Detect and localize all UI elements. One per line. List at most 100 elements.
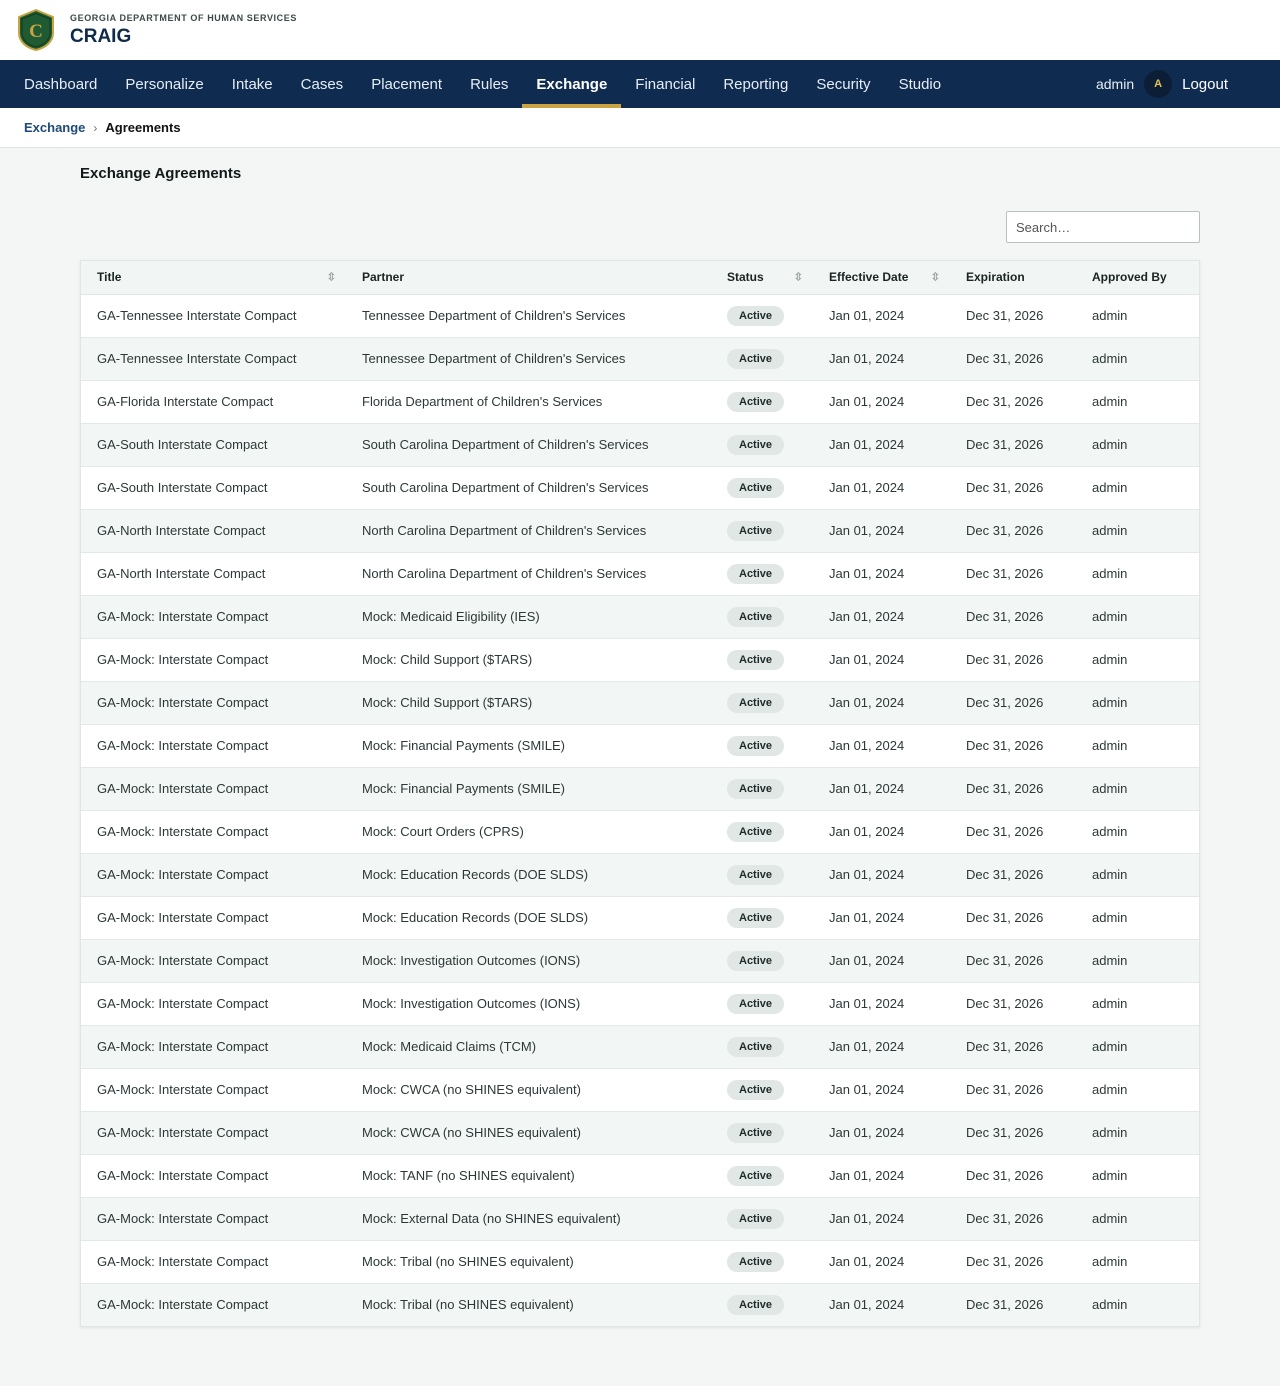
table-row[interactable]: GA-Mock: Interstate Compact Mock: Educati…: [81, 896, 1199, 940]
cell-title: GA-Mock: Interstate Compact: [81, 638, 346, 682]
cell-approved-by: admin: [1076, 1283, 1199, 1326]
user-menu: admin A Logout: [1096, 60, 1228, 108]
table-row[interactable]: GA-Mock: Interstate Compact Mock: Tribal …: [81, 1240, 1199, 1284]
table-row[interactable]: GA-Mock: Interstate Compact Mock: Financi…: [81, 767, 1199, 811]
nav-dashboard[interactable]: Dashboard: [10, 60, 111, 108]
cell-effective-date: Jan 01, 2024: [813, 380, 950, 424]
cell-expiration: Dec 31, 2026: [950, 380, 1076, 424]
cell-partner: Mock: External Data (no SHINES equivalen…: [346, 1197, 711, 1241]
table-row[interactable]: GA-Tennessee Interstate Compact Tennessee…: [81, 337, 1199, 381]
cell-expiration: Dec 31, 2026: [950, 552, 1076, 596]
table-row[interactable]: GA-Mock: Interstate Compact Mock: Medicai…: [81, 1025, 1199, 1069]
column-header-status-label: Status: [727, 270, 764, 285]
cell-status: Active: [711, 810, 813, 854]
main-content: Exchange Agreements Title ⇳ Partner Statu…: [0, 165, 1280, 1327]
status-badge: Active: [727, 1036, 785, 1057]
cell-effective-date: Jan 01, 2024: [813, 767, 950, 811]
cell-partner: Mock: Financial Payments (SMILE): [346, 724, 711, 768]
table-row[interactable]: GA-Mock: Interstate Compact Mock: CWCA (n…: [81, 1068, 1199, 1112]
breadcrumb-current: Agreements: [105, 120, 181, 135]
cell-status: Active: [711, 939, 813, 983]
status-badge: Active: [727, 1208, 785, 1229]
table-row[interactable]: GA-Mock: Interstate Compact Mock: TANF (n…: [81, 1154, 1199, 1198]
cell-status: Active: [711, 466, 813, 510]
cell-expiration: Dec 31, 2026: [950, 595, 1076, 639]
column-header-expiration: Expiration: [950, 261, 1076, 295]
status-badge: Active: [727, 520, 785, 541]
cell-approved-by: admin: [1076, 810, 1199, 854]
cell-title: GA-Mock: Interstate Compact: [81, 681, 346, 725]
cell-approved-by: admin: [1076, 595, 1199, 639]
cell-status: Active: [711, 982, 813, 1026]
nav-cases[interactable]: Cases: [287, 60, 358, 108]
cell-approved-by: admin: [1076, 724, 1199, 768]
logout-link[interactable]: Logout: [1182, 76, 1228, 93]
nav-studio[interactable]: Studio: [885, 60, 956, 108]
cell-approved-by: admin: [1076, 638, 1199, 682]
cell-effective-date: Jan 01, 2024: [813, 1240, 950, 1284]
table-row[interactable]: GA-Florida Interstate Compact Florida Dep…: [81, 380, 1199, 424]
nav-intake[interactable]: Intake: [218, 60, 287, 108]
column-header-effective-date[interactable]: Effective Date ⇳: [813, 261, 950, 295]
sort-arrows-icon[interactable]: ⇳: [327, 271, 336, 284]
status-badge: Active: [727, 907, 785, 928]
nav-rules[interactable]: Rules: [456, 60, 522, 108]
table-row[interactable]: GA-South Interstate Compact South Carolin…: [81, 466, 1199, 510]
nav-security[interactable]: Security: [802, 60, 884, 108]
table-row[interactable]: GA-Mock: Interstate Compact Mock: Child S…: [81, 638, 1199, 682]
table-row[interactable]: GA-North Interstate Compact North Carolin…: [81, 552, 1199, 596]
table-row[interactable]: GA-Mock: Interstate Compact Mock: Investi…: [81, 939, 1199, 983]
nav-personalize[interactable]: Personalize: [111, 60, 217, 108]
breadcrumb-exchange-link[interactable]: Exchange: [24, 120, 85, 135]
search-input[interactable]: [1006, 211, 1200, 243]
sort-arrows-icon[interactable]: ⇳: [794, 271, 803, 284]
cell-partner: South Carolina Department of Children's …: [346, 466, 711, 510]
sort-arrows-icon[interactable]: ⇳: [931, 271, 940, 284]
column-header-status[interactable]: Status ⇳: [711, 261, 813, 295]
main-nav: Dashboard Personalize Intake Cases Place…: [0, 60, 1280, 108]
table-row[interactable]: GA-Mock: Interstate Compact Mock: Educati…: [81, 853, 1199, 897]
cell-expiration: Dec 31, 2026: [950, 681, 1076, 725]
cell-expiration: Dec 31, 2026: [950, 1283, 1076, 1326]
status-badge: Active: [727, 1079, 785, 1100]
table-row[interactable]: GA-South Interstate Compact South Carolin…: [81, 423, 1199, 467]
status-badge: Active: [727, 606, 785, 627]
cell-title: GA-Florida Interstate Compact: [81, 380, 346, 424]
column-header-title[interactable]: Title ⇳: [81, 261, 346, 295]
nav-reporting[interactable]: Reporting: [709, 60, 802, 108]
table-row[interactable]: GA-Mock: Interstate Compact Mock: CWCA (n…: [81, 1111, 1199, 1155]
table-row[interactable]: GA-Mock: Interstate Compact Mock: Investi…: [81, 982, 1199, 1026]
nav-financial[interactable]: Financial: [621, 60, 709, 108]
cell-title: GA-North Interstate Compact: [81, 509, 346, 553]
cell-effective-date: Jan 01, 2024: [813, 1025, 950, 1069]
cell-approved-by: admin: [1076, 1240, 1199, 1284]
nav-placement[interactable]: Placement: [357, 60, 456, 108]
table-header-row: Title ⇳ Partner Status ⇳ Effective Date ⇳ E…: [81, 261, 1199, 295]
cell-expiration: Dec 31, 2026: [950, 1154, 1076, 1198]
cell-effective-date: Jan 01, 2024: [813, 337, 950, 381]
avatar[interactable]: A: [1144, 70, 1173, 98]
shield-logo-icon[interactable]: C: [17, 9, 55, 51]
breadcrumb: Exchange › Agreements: [0, 108, 1280, 148]
table-row[interactable]: GA-Mock: Interstate Compact Mock: Externa…: [81, 1197, 1199, 1241]
table-row[interactable]: GA-Mock: Interstate Compact Mock: Court O…: [81, 810, 1199, 854]
cell-approved-by: admin: [1076, 509, 1199, 553]
cell-partner: Mock: Tribal (no SHINES equivalent): [346, 1283, 711, 1326]
cell-expiration: Dec 31, 2026: [950, 982, 1076, 1026]
cell-title: GA-Mock: Interstate Compact: [81, 1111, 346, 1155]
table-row[interactable]: GA-Mock: Interstate Compact Mock: Financi…: [81, 724, 1199, 768]
cell-status: Active: [711, 380, 813, 424]
table-row[interactable]: GA-Mock: Interstate Compact Mock: Child S…: [81, 681, 1199, 725]
cell-partner: Mock: Child Support ($TARS): [346, 681, 711, 725]
nav-exchange[interactable]: Exchange: [522, 60, 622, 108]
cell-approved-by: admin: [1076, 1197, 1199, 1241]
cell-status: Active: [711, 1025, 813, 1069]
cell-approved-by: admin: [1076, 982, 1199, 1026]
cell-partner: Mock: CWCA (no SHINES equivalent): [346, 1111, 711, 1155]
table-row[interactable]: GA-North Interstate Compact North Carolin…: [81, 509, 1199, 553]
logo-letter: C: [29, 21, 43, 42]
cell-partner: North Carolina Department of Children's …: [346, 509, 711, 553]
table-row[interactable]: GA-Mock: Interstate Compact Mock: Medicai…: [81, 595, 1199, 639]
table-row[interactable]: GA-Tennessee Interstate Compact Tennessee…: [81, 294, 1199, 338]
table-row[interactable]: GA-Mock: Interstate Compact Mock: Tribal …: [81, 1283, 1199, 1326]
